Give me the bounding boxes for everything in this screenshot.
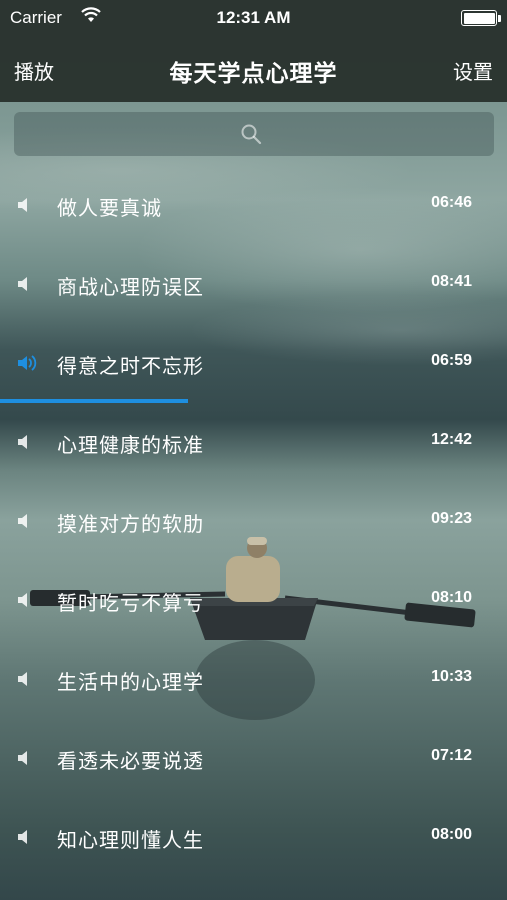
track-title: 知心理则懂人生 xyxy=(57,828,204,852)
track-title: 生活中的心理学 xyxy=(57,670,204,694)
speaker-icon xyxy=(18,830,27,844)
track-duration: 12:42 xyxy=(431,431,472,448)
speaker-icon xyxy=(18,277,27,291)
track-row[interactable]: 做人要真诚 06:46 xyxy=(0,166,507,245)
navigation-bar: 播放 每天学点心理学 设置 xyxy=(0,38,507,102)
track-duration: 06:59 xyxy=(431,352,472,369)
track-duration: 07:12 xyxy=(431,747,472,764)
speaker-icon xyxy=(18,593,27,607)
status-time: 12:31 AM xyxy=(216,8,291,27)
track-duration: 06:46 xyxy=(431,194,472,211)
track-row[interactable]: 商战心理防误区 08:41 xyxy=(0,245,507,324)
track-row[interactable]: 生活中的心理学 10:33 xyxy=(0,640,507,719)
track-title: 摸准对方的软肋 xyxy=(57,512,204,536)
track-row[interactable]: 摸准对方的软肋 09:23 xyxy=(0,482,507,561)
search-icon xyxy=(241,124,262,145)
speaker-playing-icon xyxy=(18,355,37,371)
track-row[interactable]: 暂时吃亏不算亏 08:10 xyxy=(0,561,507,640)
track-title: 得意之时不忘形 xyxy=(57,354,204,378)
track-title: 看透未必要说透 xyxy=(57,749,204,773)
track-title: 心理健康的标准 xyxy=(57,433,204,457)
playback-progress-fill xyxy=(0,399,188,403)
speaker-icon xyxy=(18,435,27,449)
battery-tip xyxy=(498,15,501,22)
battery-icon xyxy=(461,10,497,26)
speaker-icon xyxy=(18,514,27,528)
track-duration: 10:33 xyxy=(431,668,472,685)
track-row[interactable]: 心理健康的标准 12:42 xyxy=(0,403,507,482)
search-input[interactable] xyxy=(14,112,494,156)
track-title: 暂时吃亏不算亏 xyxy=(57,591,204,615)
app-screen: Carrier 12:31 AM 播放 每天学点心理学 设置 做人要真诚 06:4… xyxy=(0,0,507,900)
track-duration: 08:00 xyxy=(431,826,472,843)
track-duration: 08:10 xyxy=(431,589,472,606)
status-bar: Carrier 12:31 AM xyxy=(0,0,507,38)
track-title: 做人要真诚 xyxy=(57,196,162,220)
speaker-icon xyxy=(18,672,27,686)
track-row[interactable]: 得意之时不忘形 06:59 xyxy=(0,324,507,403)
track-duration: 09:23 xyxy=(431,510,472,527)
settings-button[interactable]: 设置 xyxy=(453,56,493,85)
page-title: 每天学点心理学 xyxy=(169,61,338,87)
speaker-icon xyxy=(18,751,27,765)
track-title: 商战心理防误区 xyxy=(57,275,204,299)
track-row[interactable]: 知心理则懂人生 08:00 xyxy=(0,798,507,877)
track-duration: 08:41 xyxy=(431,273,472,290)
track-row[interactable]: 看透未必要说透 07:12 xyxy=(0,719,507,798)
playback-progress-bar[interactable] xyxy=(0,399,507,403)
track-list: 做人要真诚 06:46 商战心理防误区 08:41 得意之时不忘形 06:59 心理健康的标… xyxy=(0,166,507,877)
speaker-icon xyxy=(18,198,27,212)
